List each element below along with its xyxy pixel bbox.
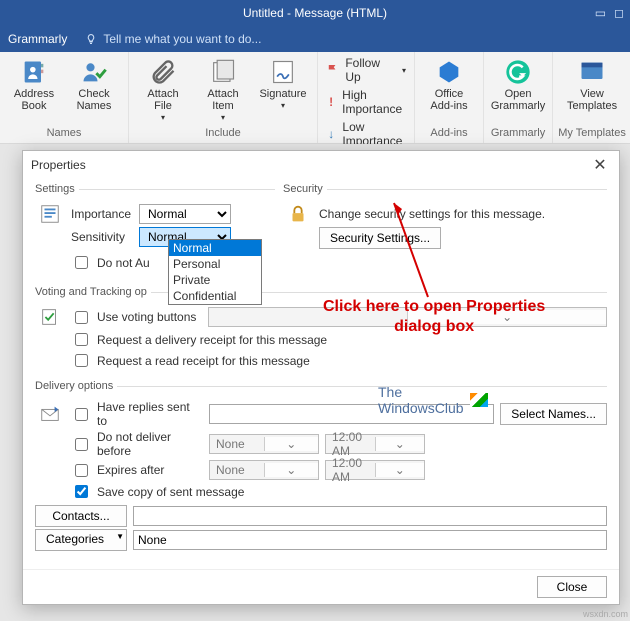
ribbon-group-include: Attach File▾ Attach Item▾ Signature▾ Inc… bbox=[129, 52, 318, 143]
categories-input[interactable] bbox=[133, 530, 607, 550]
group-label-addins: Add-ins bbox=[415, 125, 483, 143]
sensitivity-option-normal[interactable]: Normal bbox=[169, 240, 261, 256]
tell-me-search[interactable]: Tell me what you want to do... bbox=[85, 32, 261, 46]
security-desc: Change security settings for this messag… bbox=[319, 207, 545, 221]
properties-dialog: Properties ✕ Settings Importance Normal bbox=[22, 150, 620, 605]
group-label-grammarly: Grammarly bbox=[484, 125, 552, 143]
attach-file-button[interactable]: Attach File▾ bbox=[135, 56, 191, 124]
address-book-button[interactable]: Address Book bbox=[6, 56, 62, 112]
select-names-button[interactable]: Select Names... bbox=[500, 403, 607, 425]
voting-tracking-group: Voting and Tracking op Use voting button… bbox=[35, 286, 607, 374]
chevron-down-icon: ⌄ bbox=[264, 463, 319, 477]
dialog-close-x[interactable]: ✕ bbox=[589, 155, 611, 175]
addins-icon bbox=[435, 58, 463, 86]
ribbon-group-grammarly: Open Grammarly Grammarly bbox=[484, 52, 553, 143]
follow-up-button[interactable]: Follow Up▾ bbox=[326, 56, 406, 84]
save-copy-checkbox[interactable]: Save copy of sent message bbox=[71, 482, 244, 501]
sensitivity-option-personal[interactable]: Personal bbox=[169, 256, 261, 272]
attribution: wsxdn.com bbox=[583, 609, 628, 619]
expires-date-combo[interactable]: None⌄ bbox=[209, 460, 319, 480]
ribbon-group-addins: Office Add-ins Add-ins bbox=[415, 52, 484, 143]
ribbon-group-names: Address Book Check Names Names bbox=[0, 52, 129, 143]
sensitivity-label: Sensitivity bbox=[71, 230, 133, 244]
sensitivity-dropdown-list[interactable]: Normal Personal Private Confidential bbox=[168, 239, 262, 305]
group-label-mytemplates: My Templates bbox=[553, 125, 630, 143]
ribbon: Address Book Check Names Names Attach Fi… bbox=[0, 52, 630, 144]
compose-area: Properties ✕ Settings Importance Normal bbox=[0, 144, 630, 621]
signature-icon bbox=[269, 58, 297, 86]
window-title: Untitled - Message (HTML) bbox=[243, 6, 387, 20]
attach-item-icon bbox=[209, 58, 237, 86]
chevron-down-icon: ⌄ bbox=[407, 310, 606, 324]
ribbon-tab-strip: Grammarly Tell me what you want to do... bbox=[0, 26, 630, 52]
contacts-input[interactable] bbox=[133, 506, 607, 526]
templates-icon bbox=[578, 58, 606, 86]
voting-icon bbox=[35, 306, 65, 328]
view-templates-button[interactable]: View Templates bbox=[559, 56, 625, 112]
delivery-options-group: Delivery options Have replies sent to Se… bbox=[35, 380, 607, 555]
do-not-deliver-checkbox[interactable]: Do not deliver before bbox=[71, 430, 203, 458]
dialog-footer: Close bbox=[23, 569, 619, 604]
delivery-icon bbox=[35, 403, 65, 425]
deliver-date-combo[interactable]: None⌄ bbox=[209, 434, 319, 454]
importance-select[interactable]: Normal bbox=[139, 204, 231, 224]
categories-button[interactable]: Categories▼ bbox=[35, 529, 127, 551]
sensitivity-option-confidential[interactable]: Confidential bbox=[169, 288, 261, 304]
open-grammarly-button[interactable]: Open Grammarly bbox=[490, 56, 546, 112]
window-max-icon[interactable]: ◻ bbox=[614, 6, 624, 20]
contacts-button[interactable]: Contacts... bbox=[35, 505, 127, 527]
grammarly-icon bbox=[504, 58, 532, 86]
lock-icon bbox=[283, 203, 313, 225]
use-voting-buttons-checkbox[interactable]: Use voting buttons bbox=[71, 308, 196, 327]
chevron-down-icon: ▼ bbox=[116, 532, 124, 548]
office-addins-button[interactable]: Office Add-ins bbox=[421, 56, 477, 112]
chevron-down-icon: ⌄ bbox=[264, 437, 319, 451]
titlebar-right-icons: ▭ ◻ bbox=[595, 6, 624, 20]
ribbon-group-mytemplates: View Templates My Templates bbox=[553, 52, 630, 143]
read-receipt-checkbox[interactable]: Request a read receipt for this message bbox=[71, 351, 310, 370]
ribbon-group-tags: Follow Up▾ ! High Importance ↓ Low Impor… bbox=[318, 52, 415, 143]
check-names-icon bbox=[80, 58, 108, 86]
delivery-legend: Delivery options bbox=[35, 380, 117, 392]
check-names-button[interactable]: Check Names bbox=[66, 56, 122, 112]
attach-item-button[interactable]: Attach Item▾ bbox=[195, 56, 251, 124]
settings-icon bbox=[35, 203, 65, 225]
deliver-time-combo[interactable]: 12:00 AM⌄ bbox=[325, 434, 425, 454]
voting-legend: Voting and Tracking op bbox=[35, 286, 151, 298]
expires-time-combo[interactable]: 12:00 AM⌄ bbox=[325, 460, 425, 480]
voting-buttons-combo[interactable]: ⌄ bbox=[208, 307, 607, 327]
dialog-titlebar: Properties ✕ bbox=[23, 151, 619, 179]
do-not-autoarchive-checkbox[interactable]: Do not Au bbox=[71, 253, 150, 272]
exclaim-icon: ! bbox=[326, 95, 336, 109]
title-bar: Untitled - Message (HTML) ▭ ◻ bbox=[0, 0, 630, 26]
tell-me-placeholder: Tell me what you want to do... bbox=[103, 32, 261, 46]
sensitivity-option-private[interactable]: Private bbox=[169, 272, 261, 288]
signature-button[interactable]: Signature▾ bbox=[255, 56, 311, 112]
importance-label: Importance bbox=[71, 207, 133, 221]
security-settings-button[interactable]: Security Settings... bbox=[319, 227, 441, 249]
close-button[interactable]: Close bbox=[537, 576, 607, 598]
security-legend: Security bbox=[283, 183, 327, 195]
settings-legend: Settings bbox=[35, 183, 79, 195]
lightbulb-icon bbox=[85, 33, 97, 45]
expires-after-checkbox[interactable]: Expires after bbox=[71, 461, 203, 480]
chevron-down-icon: ⌄ bbox=[375, 437, 425, 451]
tab-grammarly[interactable]: Grammarly bbox=[8, 32, 67, 46]
paperclip-icon bbox=[149, 58, 177, 86]
delivery-receipt-checkbox[interactable]: Request a delivery receipt for this mess… bbox=[71, 330, 327, 349]
chevron-down-icon: ⌄ bbox=[375, 463, 425, 477]
window-min-icon[interactable]: ▭ bbox=[595, 6, 606, 20]
dialog-title: Properties bbox=[31, 158, 86, 172]
high-importance-button[interactable]: ! High Importance bbox=[326, 88, 406, 116]
have-replies-input[interactable] bbox=[209, 404, 494, 424]
flag-icon bbox=[326, 63, 339, 77]
group-label-names: Names bbox=[0, 125, 128, 143]
group-label-include: Include bbox=[129, 125, 317, 143]
address-book-icon bbox=[20, 58, 48, 86]
security-group: Security Change security settings for th… bbox=[283, 183, 607, 276]
have-replies-checkbox[interactable]: Have replies sent to bbox=[71, 400, 203, 428]
down-arrow-icon: ↓ bbox=[326, 127, 336, 141]
